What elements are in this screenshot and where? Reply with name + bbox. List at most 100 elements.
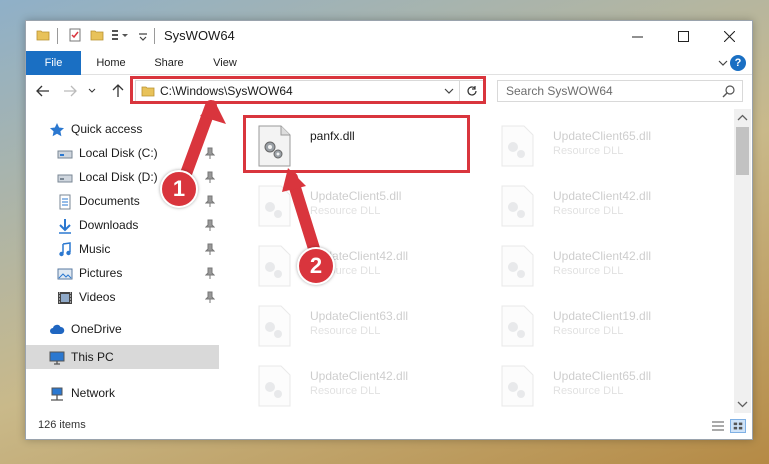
sidebar-item-downloads[interactable]: Downloads	[26, 213, 219, 237]
window-title: SysWOW64	[164, 28, 235, 43]
title-separator	[57, 28, 58, 44]
scroll-up-icon[interactable]	[737, 113, 748, 123]
tab-share[interactable]: Share	[146, 51, 192, 75]
file-type: Resource DLL	[553, 325, 624, 337]
file-highlight	[243, 115, 470, 173]
search-input[interactable]	[506, 83, 706, 99]
up-button[interactable]	[108, 81, 128, 101]
sidebar-item-label: Music	[79, 242, 111, 256]
drive-icon	[57, 150, 73, 159]
sidebar-item-label: This PC	[71, 350, 114, 364]
network-icon	[51, 387, 63, 401]
sidebar-item-onedrive[interactable]: OneDrive	[26, 317, 219, 341]
pin-icon[interactable]	[205, 219, 215, 231]
customize-toolbar-icon[interactable]	[111, 28, 129, 42]
pictures-icon	[57, 268, 73, 280]
file-name: UpdateClient5.dll	[310, 189, 402, 203]
file-type: Resource DLL	[553, 385, 624, 397]
sidebar-item-label: Local Disk (D:)	[79, 170, 158, 184]
file-name: UpdateClient63.dll	[310, 309, 409, 323]
file-name: UpdateClient42.dll	[310, 369, 409, 383]
large-icons-view-icon[interactable]	[730, 419, 746, 433]
arrow-up-icon	[112, 84, 124, 97]
arrow-right-icon	[64, 85, 77, 97]
minimize-icon	[631, 36, 643, 37]
file-name: UpdateClient65.dll	[553, 369, 652, 383]
step-1-badge: 1	[160, 170, 198, 208]
maximize-button[interactable]	[660, 21, 706, 51]
cloud-icon	[50, 324, 65, 334]
status-bar: 126 items	[26, 413, 752, 439]
close-button[interactable]	[706, 21, 752, 51]
file-type: Resource DLL	[310, 205, 381, 217]
list-item[interactable]: UpdateClient42.dll Resource DLL	[246, 359, 476, 413]
tab-file[interactable]: File	[26, 51, 81, 75]
pin-icon[interactable]	[205, 171, 215, 183]
sidebar-item-network[interactable]: Network	[26, 381, 219, 405]
search-icon[interactable]	[722, 84, 736, 98]
pin-icon[interactable]	[205, 243, 215, 255]
chevron-down-icon	[88, 88, 96, 93]
scroll-down-icon[interactable]	[737, 399, 748, 409]
list-item[interactable]: UpdateClient65.dll Resource DLL	[489, 119, 719, 173]
file-type: Resource DLL	[553, 205, 624, 217]
pin-icon[interactable]	[205, 147, 215, 159]
address-bar-highlight	[130, 76, 486, 104]
list-item[interactable]: UpdateClient42.dll Resource DLL	[489, 239, 719, 293]
tab-view[interactable]: View	[204, 51, 246, 75]
file-name: UpdateClient65.dll	[553, 129, 652, 143]
file-type: Resource DLL	[310, 325, 381, 337]
file-type: Resource DLL	[553, 145, 624, 157]
sidebar-item-videos[interactable]: Videos	[26, 285, 219, 309]
ribbon-tabs: File Home Share View ?	[26, 51, 752, 75]
recent-locations-button[interactable]	[86, 81, 98, 101]
list-item[interactable]: UpdateClient63.dll Resource DLL	[246, 299, 476, 353]
sidebar-item-music[interactable]: Music	[26, 237, 219, 261]
pin-icon[interactable]	[205, 291, 215, 303]
sidebar-item-quick-access[interactable]: Quick access	[26, 117, 219, 141]
documents-icon	[59, 194, 71, 210]
star-icon	[50, 123, 64, 137]
sidebar-item-pictures[interactable]: Pictures	[26, 261, 219, 285]
sidebar-item-label: Videos	[79, 290, 116, 304]
details-view-icon[interactable]	[710, 419, 726, 433]
vertical-scrollbar[interactable]	[734, 109, 751, 413]
list-item[interactable]: UpdateClient5.dll Resource DLL	[246, 179, 476, 233]
dll-file-icon	[501, 185, 534, 227]
forward-button[interactable]	[60, 81, 80, 101]
properties-icon[interactable]	[68, 28, 82, 42]
expand-ribbon-icon[interactable]	[718, 58, 728, 68]
tab-home[interactable]: Home	[88, 51, 134, 75]
chevron-down-icon[interactable]	[138, 28, 148, 42]
navigation-pane: Quick access Local Disk (C:) Local Disk …	[26, 109, 219, 413]
sidebar-item-label: OneDrive	[71, 322, 122, 336]
list-item[interactable]: UpdateClient42.dll Resource DLL	[246, 239, 476, 293]
list-item[interactable]: UpdateClient19.dll Resource DLL	[489, 299, 719, 353]
sidebar-item-local-disk-c[interactable]: Local Disk (C:)	[26, 141, 219, 165]
download-icon	[59, 219, 71, 234]
folder-icon	[36, 30, 50, 41]
sidebar-item-label: Network	[71, 386, 116, 400]
file-name: UpdateClient42.dll	[553, 189, 652, 203]
file-name: UpdateClient42.dll	[553, 249, 652, 263]
dll-file-icon	[258, 245, 291, 287]
title-separator	[154, 28, 155, 44]
dll-file-icon	[258, 365, 291, 407]
list-item[interactable]: UpdateClient42.dll Resource DLL	[489, 179, 719, 233]
pin-icon[interactable]	[205, 195, 215, 207]
help-button[interactable]: ?	[730, 55, 746, 71]
search-box	[497, 80, 743, 102]
back-button[interactable]	[33, 81, 53, 101]
list-item[interactable]: UpdateClient65.dll Resource DLL	[489, 359, 719, 413]
videos-icon	[58, 292, 72, 304]
minimize-button[interactable]	[614, 21, 660, 51]
dll-file-icon	[258, 185, 291, 227]
sidebar-item-label: Local Disk (C:)	[79, 146, 158, 160]
sidebar-item-this-pc[interactable]: This PC	[26, 345, 219, 369]
new-folder-icon[interactable]	[90, 28, 104, 42]
arrow-left-icon	[36, 85, 49, 97]
scrollbar-thumb[interactable]	[736, 127, 749, 175]
dll-file-icon	[501, 305, 534, 347]
drive-icon	[57, 174, 73, 183]
pin-icon[interactable]	[205, 267, 215, 279]
